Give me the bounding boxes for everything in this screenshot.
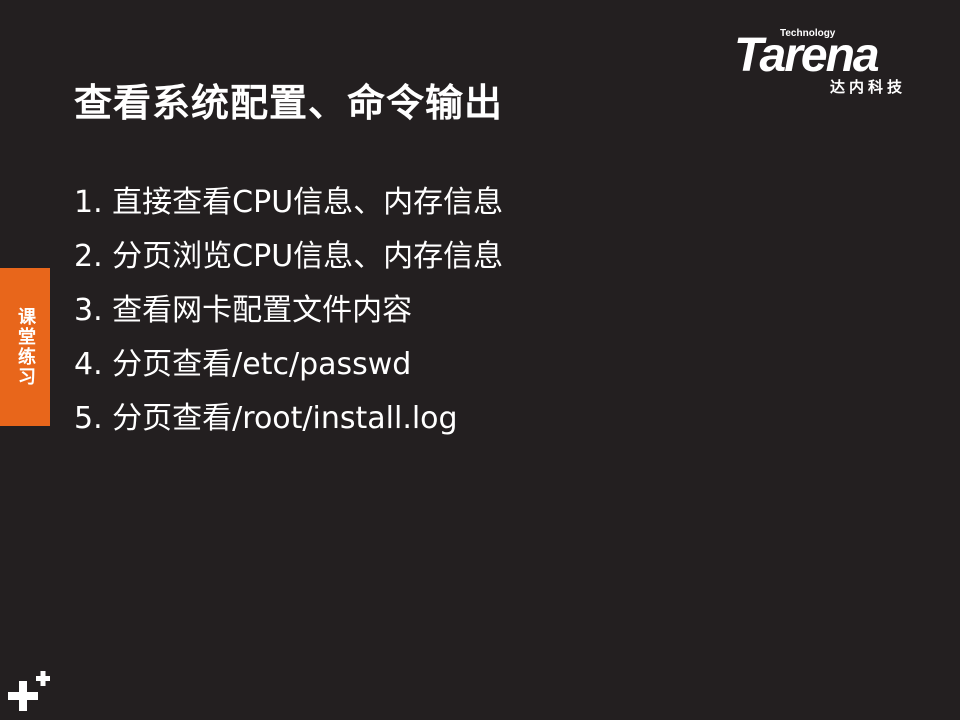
list-item: 1. 直接查看CPU信息、内存信息: [74, 185, 504, 220]
logo-chinese-name: 达内科技: [830, 78, 907, 96]
list-item: 3. 查看网卡配置文件内容: [74, 293, 413, 328]
slide-title: 查看系统配置、命令输出: [74, 81, 504, 125]
list-item: 4. 分页查看/etc/passwd: [74, 347, 412, 382]
plus-icon: [8, 671, 50, 711]
logo-wordmark: Tarena: [734, 29, 880, 82]
exercise-list: 1. 直接查看CPU信息、内存信息 2. 分页浏览CPU信息、内存信息 3. 查…: [74, 176, 503, 446]
side-tab-label: 课堂练习: [15, 307, 36, 387]
tarena-logo: Technology Tarena 达内科技: [732, 26, 932, 98]
side-tab: 课堂练习: [0, 268, 50, 426]
list-item: 2. 分页浏览CPU信息、内存信息: [74, 239, 504, 274]
list-item: 5. 分页查看/root/install.log: [74, 401, 458, 436]
